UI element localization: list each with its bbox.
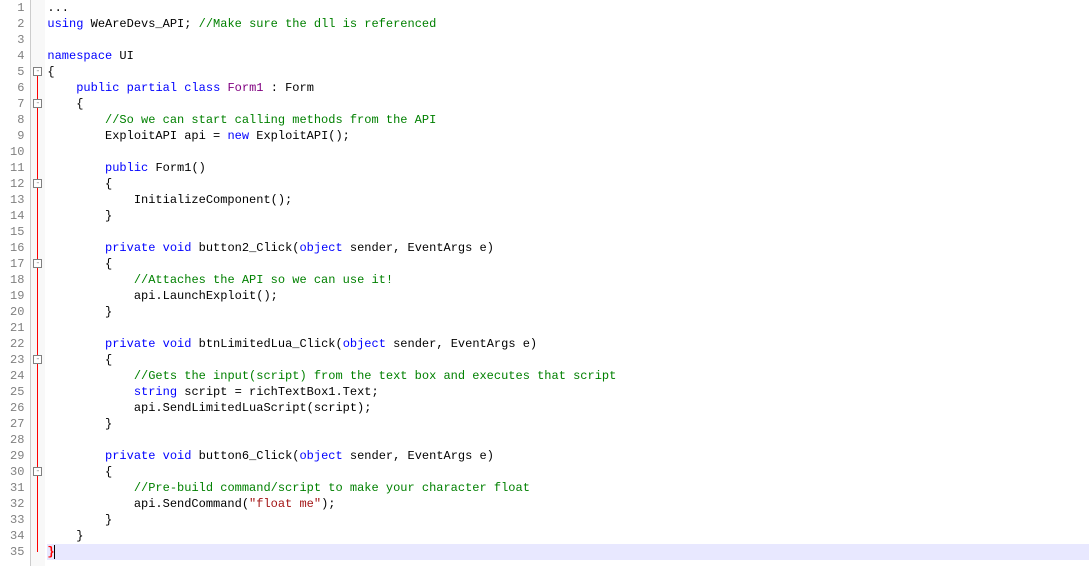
line-number: 6 bbox=[10, 80, 24, 96]
fold-toggle-icon[interactable]: - bbox=[33, 467, 42, 476]
code-line[interactable]: api.SendCommand("float me"); bbox=[47, 496, 1089, 512]
line-number: 17 bbox=[10, 256, 24, 272]
code-line[interactable]: InitializeComponent(); bbox=[47, 192, 1089, 208]
code-line[interactable] bbox=[47, 320, 1089, 336]
fold-toggle-icon[interactable]: - bbox=[33, 355, 42, 364]
fold-guide-line bbox=[37, 72, 38, 552]
code-line[interactable]: { bbox=[47, 176, 1089, 192]
code-line[interactable]: string script = richTextBox1.Text; bbox=[47, 384, 1089, 400]
code-line[interactable]: private void button6_Click(object sender… bbox=[47, 448, 1089, 464]
code-line[interactable]: } bbox=[47, 544, 1089, 560]
line-number: 1 bbox=[10, 0, 24, 16]
code-line[interactable]: //Gets the input(script) from the text b… bbox=[47, 368, 1089, 384]
code-line[interactable]: private void button2_Click(object sender… bbox=[47, 240, 1089, 256]
fold-toggle-icon[interactable]: - bbox=[33, 179, 42, 188]
code-line[interactable]: } bbox=[47, 528, 1089, 544]
line-number: 33 bbox=[10, 512, 24, 528]
line-number: 26 bbox=[10, 400, 24, 416]
fold-column: - - - - - - bbox=[31, 0, 45, 566]
line-number: 4 bbox=[10, 48, 24, 64]
line-number: 2 bbox=[10, 16, 24, 32]
line-number: 30 bbox=[10, 464, 24, 480]
line-number: 16 bbox=[10, 240, 24, 256]
line-number: 29 bbox=[10, 448, 24, 464]
code-line[interactable]: api.LaunchExploit(); bbox=[47, 288, 1089, 304]
line-number: 22 bbox=[10, 336, 24, 352]
line-number: 28 bbox=[10, 432, 24, 448]
code-line[interactable]: } bbox=[47, 208, 1089, 224]
line-number: 18 bbox=[10, 272, 24, 288]
line-number: 25 bbox=[10, 384, 24, 400]
line-number: 10 bbox=[10, 144, 24, 160]
code-line[interactable]: { bbox=[47, 464, 1089, 480]
line-number: 24 bbox=[10, 368, 24, 384]
line-number: 7 bbox=[10, 96, 24, 112]
line-number: 13 bbox=[10, 192, 24, 208]
line-number: 15 bbox=[10, 224, 24, 240]
line-number: 32 bbox=[10, 496, 24, 512]
code-line[interactable]: ... bbox=[47, 0, 1089, 16]
line-number-gutter: 1234567891011121314151617181920212223242… bbox=[0, 0, 31, 566]
code-editor[interactable]: ...using WeAreDevs_API; //Make sure the … bbox=[45, 0, 1089, 566]
code-line[interactable]: //Attaches the API so we can use it! bbox=[47, 272, 1089, 288]
line-number: 5 bbox=[10, 64, 24, 80]
code-line[interactable]: ExploitAPI api = new ExploitAPI(); bbox=[47, 128, 1089, 144]
code-line[interactable]: private void btnLimitedLua_Click(object … bbox=[47, 336, 1089, 352]
code-line[interactable] bbox=[47, 432, 1089, 448]
line-number: 20 bbox=[10, 304, 24, 320]
line-number: 11 bbox=[10, 160, 24, 176]
code-line[interactable]: //So we can start calling methods from t… bbox=[47, 112, 1089, 128]
code-line[interactable] bbox=[47, 144, 1089, 160]
text-cursor bbox=[54, 545, 55, 559]
line-number: 35 bbox=[10, 544, 24, 560]
line-number: 3 bbox=[10, 32, 24, 48]
code-line[interactable]: { bbox=[47, 256, 1089, 272]
code-line[interactable]: } bbox=[47, 304, 1089, 320]
line-number: 8 bbox=[10, 112, 24, 128]
line-number: 31 bbox=[10, 480, 24, 496]
line-number: 23 bbox=[10, 352, 24, 368]
code-line[interactable]: { bbox=[47, 352, 1089, 368]
code-line[interactable]: using WeAreDevs_API; //Make sure the dll… bbox=[47, 16, 1089, 32]
code-line[interactable]: public partial class Form1 : Form bbox=[47, 80, 1089, 96]
code-line[interactable]: namespace UI bbox=[47, 48, 1089, 64]
code-line[interactable]: //Pre-build command/script to make your … bbox=[47, 480, 1089, 496]
fold-toggle-icon[interactable]: - bbox=[33, 99, 42, 108]
fold-toggle-icon[interactable]: - bbox=[33, 259, 42, 268]
line-number: 9 bbox=[10, 128, 24, 144]
line-number: 19 bbox=[10, 288, 24, 304]
code-line[interactable]: public Form1() bbox=[47, 160, 1089, 176]
code-line[interactable] bbox=[47, 32, 1089, 48]
code-line[interactable]: { bbox=[47, 96, 1089, 112]
code-line[interactable]: { bbox=[47, 64, 1089, 80]
line-number: 34 bbox=[10, 528, 24, 544]
code-line[interactable]: api.SendLimitedLuaScript(script); bbox=[47, 400, 1089, 416]
line-number: 21 bbox=[10, 320, 24, 336]
code-line[interactable] bbox=[47, 224, 1089, 240]
code-line[interactable]: } bbox=[47, 416, 1089, 432]
line-number: 27 bbox=[10, 416, 24, 432]
line-number: 12 bbox=[10, 176, 24, 192]
fold-toggle-icon[interactable]: - bbox=[33, 67, 42, 76]
line-number: 14 bbox=[10, 208, 24, 224]
code-line[interactable]: } bbox=[47, 512, 1089, 528]
